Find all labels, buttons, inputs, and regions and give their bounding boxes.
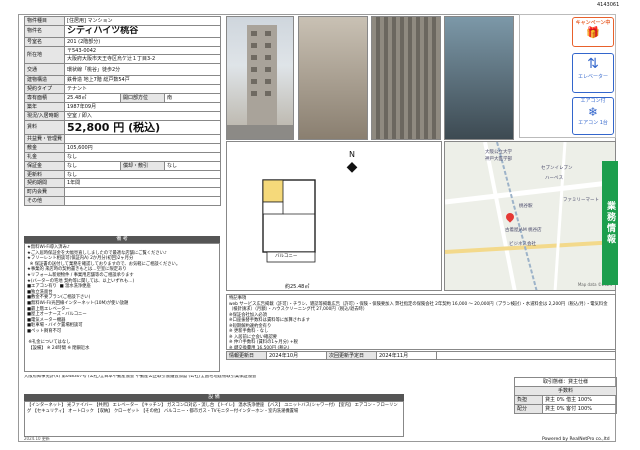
other-label: その他 bbox=[24, 196, 65, 207]
aircon-badge: エアコン付 ❄ エアコン 1台 bbox=[572, 97, 614, 135]
structure-label: 建物構造 bbox=[24, 75, 65, 86]
area-label: 専有面積 bbox=[24, 93, 65, 104]
room-label: 号室名 bbox=[24, 36, 65, 47]
elevator-label: エレベーター bbox=[577, 74, 608, 80]
update-date: 2024年10月 bbox=[266, 351, 327, 360]
building-photo[interactable] bbox=[226, 16, 294, 140]
map-label-jam: 古着屋JAM 桃谷店 bbox=[505, 228, 542, 233]
building-illustration bbox=[227, 25, 293, 139]
common-fee-label: 共益費・管理費 bbox=[24, 134, 65, 144]
elevator-badge: ⇅ エレベーター bbox=[572, 53, 614, 93]
update-stamp: 2024.10 更新 bbox=[24, 436, 50, 441]
guarantee-value: なし bbox=[64, 160, 121, 171]
built-value: 1987年09月 bbox=[63, 102, 222, 112]
gift-icon: 🎁 bbox=[586, 26, 600, 39]
location-map[interactable]: 大阪公立大学 神戸大医学部 セブンイレブン ハーベス 桃谷駅 ファミリーマート … bbox=[444, 141, 616, 291]
renewal-value: なし bbox=[63, 169, 222, 180]
status-label: 現況/入居時期 bbox=[24, 110, 65, 121]
rent-label: 賃料 bbox=[24, 119, 65, 136]
entrance-photo[interactable] bbox=[298, 16, 368, 140]
map-label-familymart: ファミリーマート bbox=[563, 198, 599, 203]
map-label-university: 大阪公立大学 bbox=[485, 150, 512, 155]
special-notes: 特記事項 web サービス広告掲載（許可）・チラシ、雑誌等掲載広告（許可）・保険・… bbox=[226, 294, 616, 350]
update-table: 情報更新日 2024年10月 次回更新予定日 2024年11月 bbox=[226, 351, 616, 360]
guarantee-label: 保証金 bbox=[24, 160, 65, 171]
notes-header: 備 考 bbox=[24, 236, 220, 243]
trade-burden-label: 負担 bbox=[514, 395, 543, 405]
map-label-medical: 神戸大医学部 bbox=[485, 157, 512, 162]
name-label: 物件名 bbox=[24, 24, 65, 38]
special-body: web サービス広告掲載（許可）・チラシ、雑誌等掲載広告（許可）・保険・保険要加… bbox=[229, 301, 608, 350]
window-value: 南 bbox=[163, 93, 222, 104]
traffic-value: 環状線「桃谷」徒歩2分 bbox=[63, 63, 222, 77]
amortization-label: 償却・敷引 bbox=[120, 160, 165, 171]
built-label: 築年 bbox=[24, 102, 65, 112]
type-value: [住居用] マンション bbox=[63, 16, 222, 26]
status-value: 空室 / 即入 bbox=[63, 110, 222, 121]
other-value bbox=[63, 196, 222, 207]
renewal-label: 更新料 bbox=[24, 169, 65, 180]
document-id: 4143061 bbox=[597, 2, 620, 8]
key-money-value: なし bbox=[63, 151, 222, 162]
company-info: 大阪府知事免許(4) 第048307号 (公社)全日本不動産協会 不動産公正取引… bbox=[24, 375, 257, 379]
aircon-sub: エアコン 1台 bbox=[578, 120, 608, 126]
map-label-business: ビジネス会社 bbox=[509, 242, 536, 247]
property-table: 物件種目 [住居用] マンション 物件名 シティハイツ桃谷 号室名 201 (2階部分… bbox=[24, 16, 222, 207]
period-label: 契約期間 bbox=[24, 178, 65, 189]
map-label-harves: ハーベス bbox=[545, 176, 564, 181]
elevator-icon: ⇅ bbox=[587, 56, 599, 72]
floor-plan-drawing bbox=[262, 179, 316, 263]
next-update-label: 次回更新予定日 bbox=[326, 351, 377, 360]
map-label-seven: セブンイレブン bbox=[541, 166, 573, 171]
side-banner: 業務情報 bbox=[602, 161, 618, 285]
update-blank bbox=[436, 351, 616, 360]
trade-sub: 手数料 bbox=[513, 386, 618, 396]
trade-split-value: 貸主 0% 客付 100% bbox=[541, 404, 618, 414]
common-fee-value bbox=[63, 134, 222, 144]
update-label: 情報更新日 bbox=[226, 351, 267, 360]
area-caption: 約25.48㎡ bbox=[285, 284, 310, 290]
structure-value: 鉄骨造 地上7階 総戸数54戸 bbox=[63, 75, 222, 86]
parking-label: 町内会費 bbox=[24, 187, 65, 198]
floor-plan[interactable]: N ◆ バルコニー 約25.48㎡ bbox=[226, 141, 442, 291]
area-value: 25.48㎡ bbox=[64, 93, 121, 104]
trade-table: 取引態様：貸主仕様 手数料 負担 貸主 0% 借主 100% 配分 貸主 0% 客付… bbox=[513, 377, 618, 414]
room-value: 201 (2階部分) bbox=[63, 36, 222, 47]
address-value: 大阪府大阪市天王寺区烏ケ辻１丁目3-2 bbox=[63, 54, 222, 65]
map-roads bbox=[445, 142, 615, 290]
balcony-label: バルコニー bbox=[275, 254, 298, 259]
parking-value bbox=[63, 187, 222, 198]
aircon-icon: ❄ bbox=[587, 105, 599, 119]
badges-panel: キャンペーン中 🎁 ⇅ エレベーター エアコン付 ❄ エアコン 1台 bbox=[519, 14, 616, 138]
contract-type-label: 契約タイプ bbox=[24, 84, 65, 95]
key-money-label: 礼金 bbox=[24, 151, 65, 162]
deposit-label: 敷金 bbox=[24, 142, 65, 153]
mailbox-photo[interactable] bbox=[371, 16, 441, 140]
period-value: 1年間 bbox=[63, 178, 222, 189]
facilities-header: 設 備 bbox=[24, 394, 404, 401]
window-label: 開口部方位 bbox=[120, 93, 165, 104]
map-label-station: 桃谷駅 bbox=[519, 204, 533, 209]
campaign-badge: キャンペーン中 🎁 bbox=[572, 17, 614, 47]
powered-by: Powered by RealNetPro co.,ltd bbox=[542, 437, 610, 442]
notes-body: ★無料Wi-Fi導入済み♪ ★ご入居時保証金を大幅見直ししましたので最適な店舗に… bbox=[24, 243, 220, 372]
facilities-body: 【インターネット】 光ファイバー 【共用】 エレベーター 【キッチン】 ガスコン… bbox=[24, 401, 404, 437]
rent-value: 52,800 円 (税込) bbox=[63, 119, 222, 136]
postal-code: 〒543-0042 bbox=[63, 45, 222, 56]
contract-type-value: テナント bbox=[63, 84, 222, 95]
address-label: 所在地 bbox=[24, 45, 65, 65]
trade-header: 取引態様：貸主仕様 bbox=[513, 377, 618, 387]
name-value: シティハイツ桃谷 bbox=[63, 24, 222, 38]
amortization-value: なし bbox=[163, 160, 222, 171]
deposit-value: 105,600円 bbox=[63, 142, 222, 153]
type-label: 物件種目 bbox=[24, 16, 65, 26]
elevator-photo[interactable] bbox=[444, 16, 514, 140]
traffic-label: 交通 bbox=[24, 63, 65, 77]
trade-split-label: 配分 bbox=[514, 404, 543, 414]
trade-burden-value: 貸主 0% 借主 100% bbox=[541, 395, 618, 405]
next-update-date: 2024年11月 bbox=[376, 351, 437, 360]
